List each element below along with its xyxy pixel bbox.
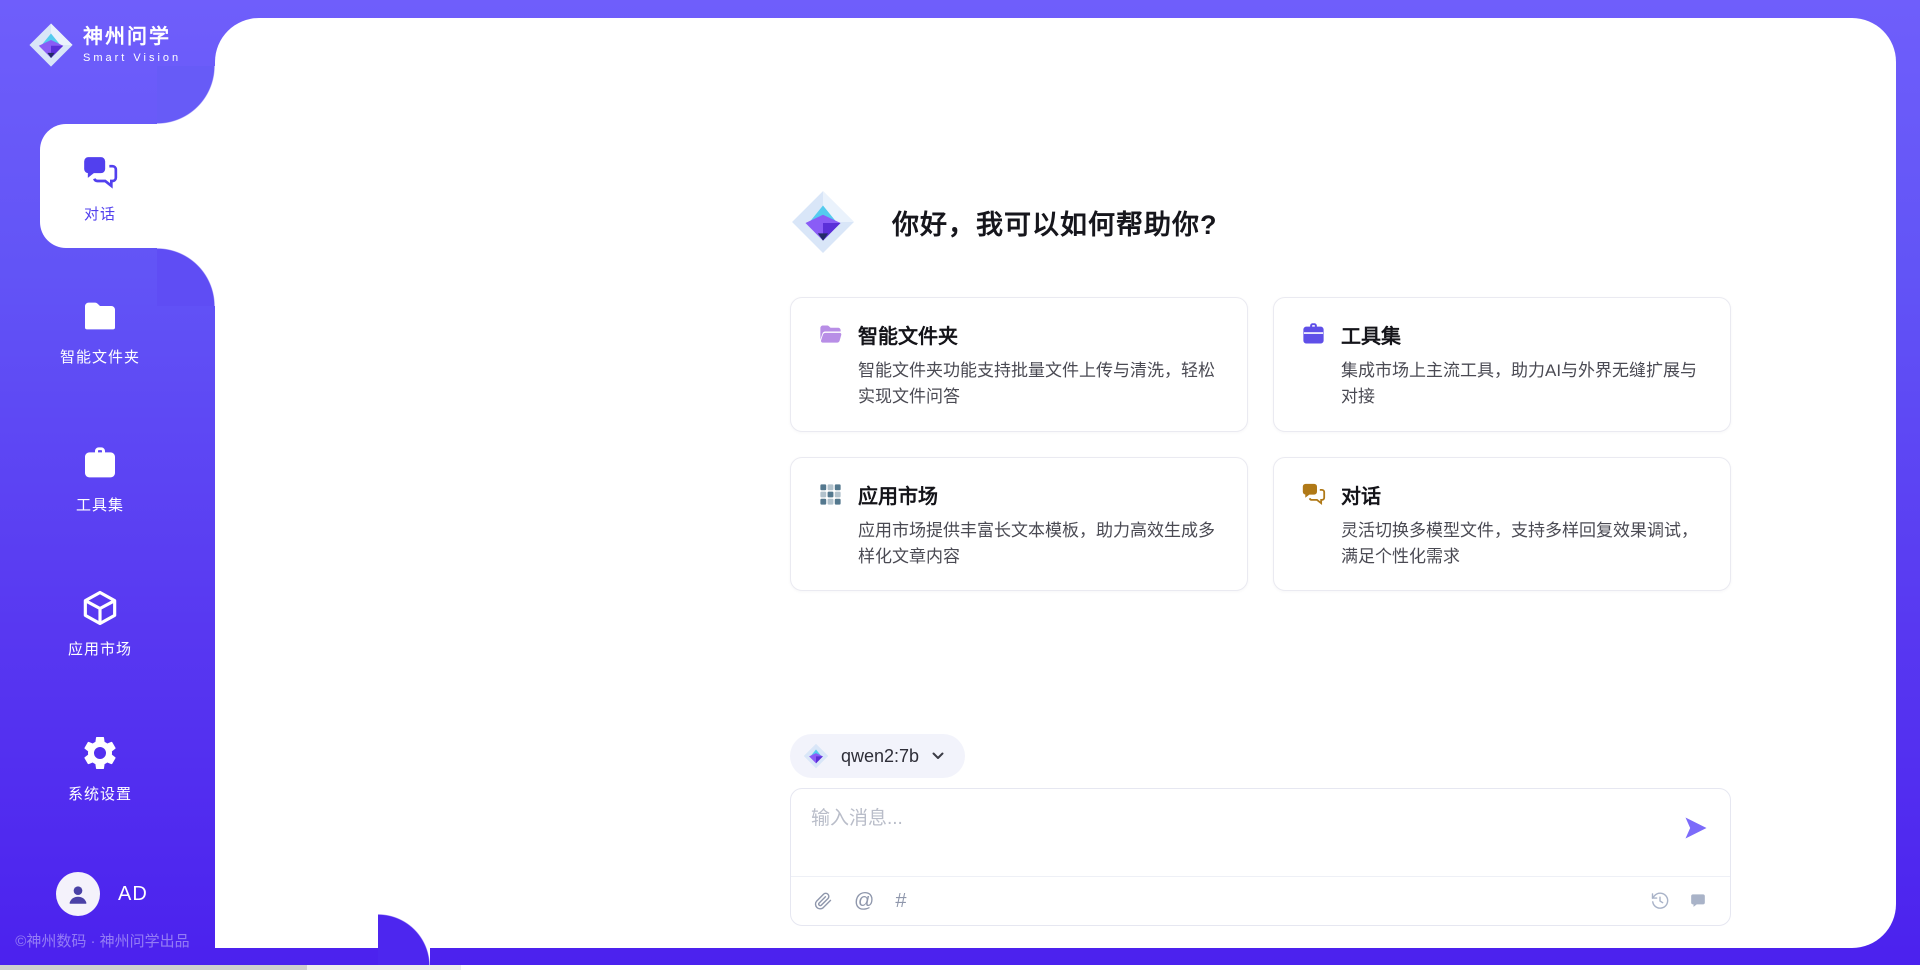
chat-icon	[1300, 481, 1327, 508]
user-profile[interactable]: AD	[56, 872, 148, 916]
chat-icon	[80, 153, 120, 193]
sidebar-item-label: 智能文件夹	[60, 346, 140, 367]
comment-icon[interactable]	[1688, 891, 1708, 911]
folder-icon	[80, 296, 120, 336]
model-selector[interactable]: qwen2:7b	[790, 734, 965, 778]
sidebar-item-toolset[interactable]: 工具集	[0, 444, 200, 515]
sidebar-item-settings[interactable]: 系统设置	[0, 733, 200, 804]
composer-toolbar-left: @ #	[813, 891, 906, 911]
greeting-row: 你好，我可以如何帮助你?	[790, 189, 1218, 255]
diamond-logo-icon	[803, 743, 829, 769]
toolbox-icon	[1300, 321, 1327, 348]
message-input[interactable]	[811, 803, 1641, 867]
send-icon	[1682, 814, 1710, 842]
main-panel: 你好，我可以如何帮助你? 智能文件夹 智能文件夹功能支持批量文件上传与清洗，轻松…	[215, 18, 1896, 948]
toolbox-icon	[80, 444, 120, 484]
composer-toolbar-right	[1650, 891, 1708, 911]
folder-icon	[817, 321, 844, 348]
card-app-market[interactable]: 应用市场 应用市场提供丰富长文本模板，助力高效生成多样化文章内容	[790, 457, 1248, 592]
sidebar-item-chat[interactable]: 对话	[0, 153, 200, 224]
sidebar-item-smart-folder[interactable]: 智能文件夹	[0, 296, 200, 367]
copyright-footer: ©神州数码 · 神州问学出品	[0, 930, 205, 951]
sidebar-item-label: 工具集	[76, 494, 124, 515]
brand-name: 神州问学	[83, 26, 181, 49]
composer-toolbar: @ #	[791, 876, 1730, 925]
grid-icon	[817, 481, 844, 508]
sidebar-item-label: 应用市场	[68, 638, 132, 659]
hashtag-icon[interactable]: #	[895, 891, 906, 911]
card-title: 智能文件夹	[858, 320, 958, 349]
greeting-title: 你好，我可以如何帮助你?	[892, 203, 1218, 242]
card-title: 工具集	[1341, 320, 1401, 349]
brand-text: 神州问学 Smart Vision	[83, 26, 181, 64]
card-title: 对话	[1341, 480, 1381, 509]
active-tab-fillet-top	[157, 66, 215, 124]
panel-bottom-flare	[378, 914, 430, 966]
card-description: 集成市场上主流工具，助力AI与外界无缝扩展与对接	[1341, 358, 1704, 411]
card-smart-folder[interactable]: 智能文件夹 智能文件夹功能支持批量文件上传与清洗，轻松实现文件问答	[790, 297, 1248, 432]
brand-logo: 神州问学 Smart Vision	[28, 22, 181, 68]
avatar	[56, 872, 100, 916]
card-description: 灵活切换多模型文件，支持多样回复效果调试，满足个性化需求	[1341, 518, 1704, 571]
brand-subtitle: Smart Vision	[83, 52, 181, 64]
gear-icon	[80, 733, 120, 773]
card-chat[interactable]: 对话 灵活切换多模型文件，支持多样回复效果调试，满足个性化需求	[1273, 457, 1731, 592]
window-bottom-edge	[0, 965, 1920, 970]
brand-diamond-icon	[28, 22, 74, 68]
attachment-icon[interactable]	[813, 891, 833, 911]
model-name: qwen2:7b	[841, 746, 919, 767]
sidebar-item-app-market[interactable]: 应用市场	[0, 588, 200, 659]
history-icon[interactable]	[1650, 891, 1670, 911]
feature-cards: 智能文件夹 智能文件夹功能支持批量文件上传与清洗，轻松实现文件问答 工具集 集成…	[790, 297, 1731, 591]
sidebar: 神州问学 Smart Vision 对话 智能文件夹 工具集	[0, 0, 215, 970]
cube-icon	[80, 588, 120, 628]
card-toolset[interactable]: 工具集 集成市场上主流工具，助力AI与外界无缝扩展与对接	[1273, 297, 1731, 432]
assistant-diamond-icon	[790, 189, 856, 255]
card-title: 应用市场	[858, 480, 938, 509]
chevron-down-icon	[931, 749, 945, 763]
user-initials: AD	[118, 883, 148, 906]
card-description: 智能文件夹功能支持批量文件上传与清洗，轻松实现文件问答	[858, 358, 1221, 411]
mention-icon[interactable]: @	[854, 891, 874, 911]
sidebar-item-label: 对话	[84, 203, 116, 224]
app-window: 神州问学 Smart Vision 对话 智能文件夹 工具集	[0, 0, 1920, 970]
send-button[interactable]	[1680, 813, 1712, 845]
sidebar-item-label: 系统设置	[68, 783, 132, 804]
person-icon	[64, 880, 92, 908]
card-description: 应用市场提供丰富长文本模板，助力高效生成多样化文章内容	[858, 518, 1221, 571]
message-composer: @ #	[790, 788, 1731, 926]
